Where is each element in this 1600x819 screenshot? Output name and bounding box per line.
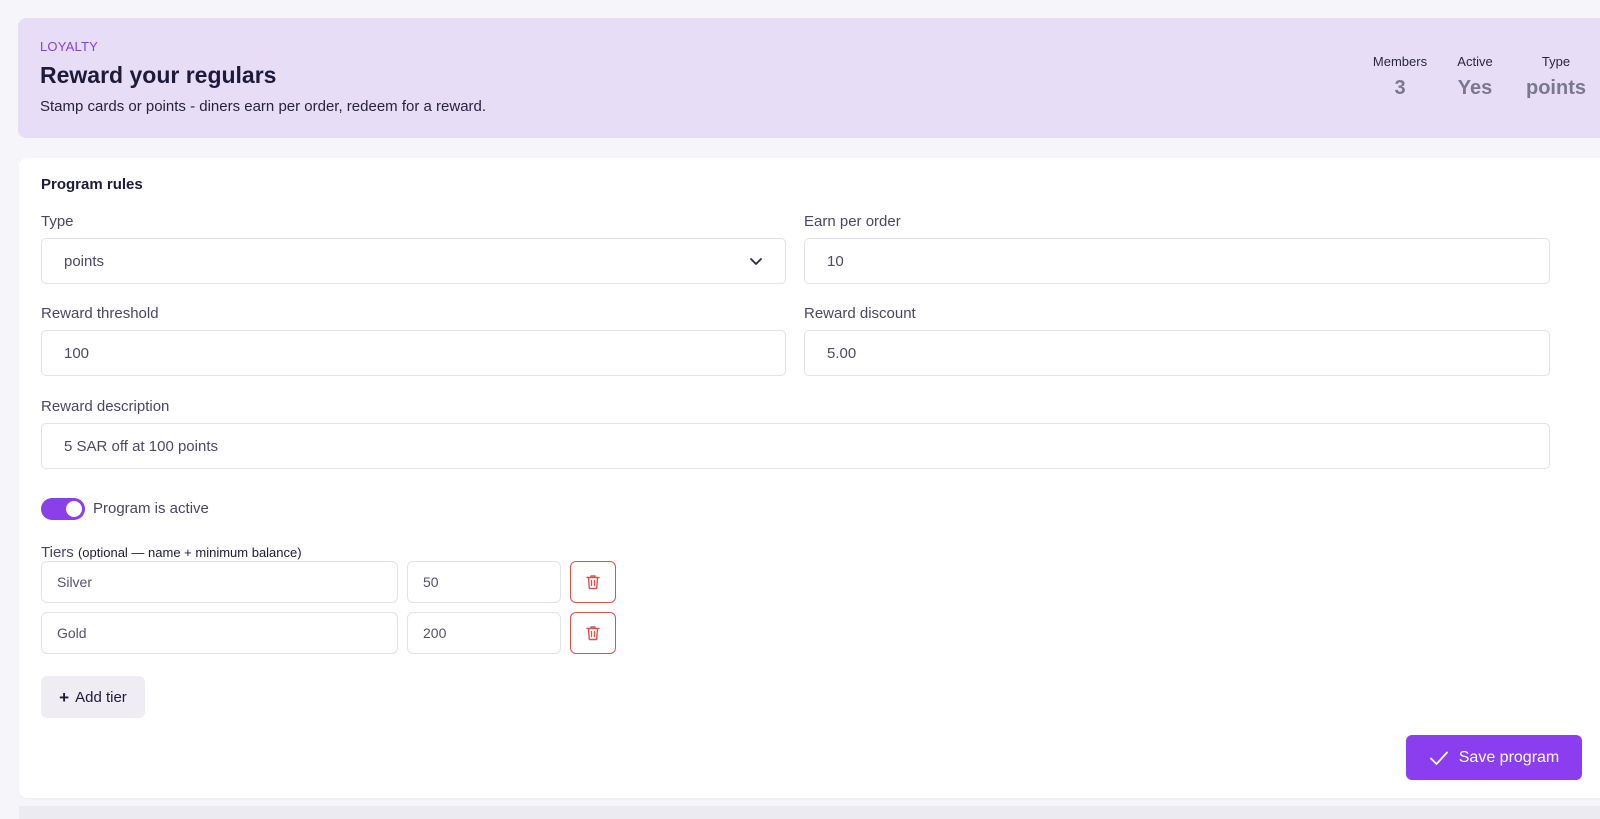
stat-active-value: Yes [1457, 77, 1493, 99]
tier-min-value: 50 [423, 574, 439, 590]
tier-name-value: Silver [57, 574, 93, 590]
stat-members: Members 3 [1350, 54, 1450, 100]
reward-description-label: Reward description [41, 398, 170, 415]
next-card-edge [19, 806, 1600, 819]
type-select-value: points [64, 252, 105, 270]
program-rules-card: Program rules Type points Earn per order… [19, 158, 1600, 798]
stat-type: Type points [1516, 54, 1596, 100]
trash-icon [586, 575, 600, 590]
tiers-title: Tiers [41, 544, 74, 561]
tier-name-input[interactable]: Gold [41, 612, 398, 654]
reward-discount-label: Reward discount [804, 305, 916, 322]
card-title: Program rules [41, 176, 143, 193]
tiers-hint: (optional — name + minimum balance) [77, 545, 302, 560]
earn-per-order-label: Earn per order [804, 213, 901, 230]
stat-active-label: Active [1457, 54, 1493, 69]
reward-discount-input[interactable]: 5.00 [804, 330, 1550, 376]
check-icon [1429, 751, 1448, 765]
delete-tier-button[interactable] [570, 612, 616, 654]
stat-type-label: Type [1541, 54, 1571, 69]
reward-discount-value: 5.00 [827, 344, 857, 362]
type-select[interactable]: points [41, 238, 786, 284]
chevron-down-icon [750, 258, 762, 265]
page-title: Reward your regulars [40, 62, 277, 88]
save-program-button[interactable]: Save program [1406, 735, 1582, 780]
stat-active: Active Yes [1440, 54, 1510, 100]
reward-threshold-input[interactable]: 100 [41, 330, 786, 376]
tiers-label: Tiers (optional — name + minimum balance… [41, 544, 302, 561]
delete-tier-button[interactable] [570, 561, 616, 603]
earn-per-order-input[interactable]: 10 [804, 238, 1550, 284]
plus-icon: + [59, 687, 70, 707]
loyalty-page: LOYALTY Reward your regulars Stamp cards… [0, 0, 1600, 819]
reward-description-value: 5 SAR off at 100 points [64, 437, 218, 455]
earn-per-order-value: 10 [827, 252, 844, 270]
add-tier-button[interactable]: + Add tier [41, 676, 145, 718]
section-eyebrow: LOYALTY [40, 39, 98, 54]
add-tier-label: Add tier [75, 688, 127, 706]
type-label: Type [41, 213, 74, 230]
stat-members-label: Members [1372, 54, 1428, 69]
program-active-toggle[interactable] [41, 498, 85, 520]
stat-members-value: 3 [1394, 77, 1406, 99]
reward-description-input[interactable]: 5 SAR off at 100 points [41, 423, 1550, 469]
tier-name-input[interactable]: Silver [41, 561, 398, 603]
toggle-knob [66, 501, 82, 517]
page-subtitle: Stamp cards or points - diners earn per … [40, 98, 487, 115]
stat-type-value: points [1526, 77, 1586, 99]
tier-name-value: Gold [57, 625, 87, 641]
loyalty-header: LOYALTY Reward your regulars Stamp cards… [18, 18, 1600, 138]
tier-min-input[interactable]: 200 [407, 612, 561, 654]
tier-min-input[interactable]: 50 [407, 561, 561, 603]
reward-threshold-value: 100 [64, 344, 90, 362]
program-active-label: Program is active [93, 500, 209, 517]
trash-icon [586, 626, 600, 641]
tier-min-value: 200 [423, 625, 447, 641]
reward-threshold-label: Reward threshold [41, 305, 159, 322]
save-program-label: Save program [1458, 748, 1560, 766]
